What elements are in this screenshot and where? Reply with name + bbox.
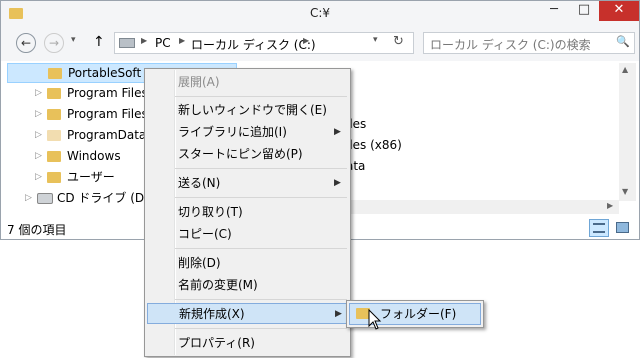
context-menu: 展開(A) 新しいウィンドウで開く(E) ライブラリに追加(I) ▶ スタートにピ… (144, 68, 351, 357)
menu-item-cut[interactable]: 切り取り(T) (145, 202, 350, 223)
menu-separator (175, 248, 347, 249)
search-box[interactable]: ローカル ディスク (C:)の検索 🔍 (423, 32, 635, 54)
details-view-icon (593, 223, 605, 233)
expand-arrow-icon[interactable]: ▷ (35, 167, 42, 187)
expand-arrow-icon[interactable]: ▷ (35, 146, 42, 166)
back-button[interactable]: ← (16, 33, 36, 53)
folder-icon (48, 68, 62, 79)
status-item-count: 7 個の項目 (7, 223, 67, 237)
menu-item-open-new-window[interactable]: 新しいウィンドウで開く(E) (145, 100, 350, 121)
recent-locations-dropdown[interactable]: ▾ (71, 35, 76, 45)
tree-item-label: Windows (67, 149, 121, 163)
breadcrumb-pc[interactable]: PC (155, 36, 171, 50)
breadcrumb-separator: ▶ (303, 36, 310, 45)
minimize-button[interactable]: ─ (539, 1, 569, 21)
maximize-button[interactable]: □ (569, 1, 599, 21)
address-bar[interactable]: ▶ PC ▶ ローカル ディスク (C:) ▶ ▾ ↻ (114, 32, 414, 54)
menu-separator (175, 197, 347, 198)
folder-icon (47, 88, 61, 99)
title-bar[interactable]: C:¥ ─ □ ✕ (1, 1, 639, 27)
search-placeholder: ローカル ディスク (C:)の検索 (430, 38, 591, 52)
expand-arrow-icon[interactable]: ▷ (35, 104, 42, 124)
folder-icon (47, 109, 61, 120)
menu-item-delete[interactable]: 削除(D) (145, 253, 350, 274)
breadcrumb-local-disk[interactable]: ローカル ディスク (C:) (191, 36, 316, 53)
menu-item-copy[interactable]: コピー(C) (145, 224, 350, 245)
close-button[interactable]: ✕ (599, 1, 639, 21)
tree-item-label: ProgramData (67, 128, 147, 142)
scroll-up-arrow-icon[interactable]: ▲ (622, 65, 628, 74)
cd-drive-icon (37, 193, 53, 204)
folder-icon (47, 130, 61, 141)
menu-item-rename[interactable]: 名前の変更(M) (145, 275, 350, 296)
menu-item-add-to-library[interactable]: ライブラリに追加(I) ▶ (145, 122, 350, 143)
expand-arrow-icon[interactable]: ▷ (35, 125, 42, 145)
menu-item-expand[interactable]: 展開(A) (145, 72, 350, 93)
menu-item-send-to[interactable]: 送る(N) ▶ (145, 173, 350, 194)
address-dropdown-button[interactable]: ▾ (373, 35, 378, 45)
expand-arrow-icon[interactable]: ▷ (35, 83, 42, 103)
large-icons-view-icon (616, 222, 629, 233)
tree-item-label: PortableSoft (68, 66, 142, 80)
mouse-cursor-icon (368, 309, 382, 330)
up-button[interactable]: ↑ (93, 34, 105, 50)
scroll-down-arrow-icon[interactable]: ▼ (622, 187, 628, 196)
folder-icon (47, 172, 61, 183)
menu-separator (175, 168, 347, 169)
tree-item-label: CD ドライブ (D:) (57, 191, 153, 205)
details-view-button[interactable] (589, 219, 609, 237)
drive-icon (119, 38, 135, 48)
breadcrumb-separator: ▶ (141, 36, 148, 45)
content-item-program-files-x86[interactable]: iles (x86) (346, 138, 402, 152)
breadcrumb-separator: ▶ (179, 36, 186, 45)
tree-item-label: Program Files (67, 86, 148, 100)
menu-item-new[interactable]: 新規作成(X) ▶ (147, 303, 348, 324)
vertical-scrollbar[interactable]: ▲ ▼ (619, 63, 636, 201)
menu-separator (175, 96, 347, 97)
folder-icon (47, 151, 61, 162)
new-submenu: フォルダー(F) (346, 300, 484, 328)
large-icons-view-button[interactable] (613, 219, 633, 237)
forward-button[interactable]: → (44, 33, 64, 53)
menu-separator (175, 328, 347, 329)
submenu-item-label: フォルダー(F) (380, 307, 457, 321)
scroll-right-arrow-icon[interactable]: ▶ (607, 201, 613, 210)
menu-separator (175, 299, 347, 300)
submenu-arrow-icon: ▶ (334, 178, 341, 188)
expand-arrow-icon[interactable]: ▷ (25, 188, 32, 208)
tree-item-label: Program Files (67, 107, 148, 121)
menu-item-properties[interactable]: プロパティ(R) (145, 333, 350, 354)
submenu-arrow-icon: ▶ (334, 127, 341, 137)
tree-item-label: ユーザー (67, 170, 115, 184)
menu-item-pin-to-start[interactable]: スタートにピン留め(P) (145, 144, 350, 165)
search-icon: 🔍 (616, 35, 630, 48)
refresh-button[interactable]: ↻ (393, 34, 404, 49)
submenu-arrow-icon: ▶ (335, 309, 342, 319)
